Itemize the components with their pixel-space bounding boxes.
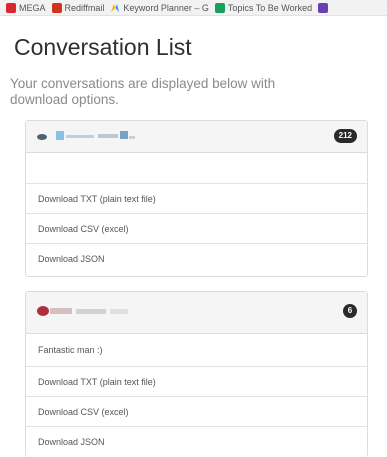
mega-icon [6,2,16,13]
bookmark-label: Rediffmail [64,2,105,13]
bookmark-icon [318,2,329,13]
bookmark-label: MEGA [19,2,46,13]
download-csv-link[interactable]: Download CSV (excel) [26,397,367,427]
message-count-badge: 212 [333,129,357,143]
conversation-header: 6 [26,292,367,334]
page-title: Conversation List [14,34,192,60]
bookmark-rediffmail[interactable]: Rediffmail [51,2,105,13]
keyword-planner-icon [111,3,120,12]
conversation-preview: Fantastic man :) [26,334,367,367]
download-txt-link[interactable]: Download TXT (plain text file) [26,367,367,397]
blurred-contact-name [37,306,128,316]
conversation-card: 6 Fantastic man :) Download TXT (plain t… [25,291,368,457]
download-json-link[interactable]: Download JSON [26,427,367,457]
bookmark-mega[interactable]: MEGA [6,2,46,13]
rediffmail-icon [51,2,62,13]
sheets-icon [214,2,225,13]
bookmark-topics[interactable]: Topics To Be Worked [214,2,313,13]
message-count-badge: 6 [343,304,357,318]
conversation-preview [26,153,367,184]
bookmark-label: Keyword Planner – G [123,2,209,13]
blurred-contact-name [37,131,135,140]
bookmark-extra[interactable] [318,2,329,13]
conversation-header: 212 [26,121,367,153]
bookmark-keyword-planner[interactable]: Keyword Planner – G [110,3,209,13]
download-txt-link[interactable]: Download TXT (plain text file) [26,184,367,214]
page-subtitle: Your conversations are displayed below w… [10,76,276,107]
download-csv-link[interactable]: Download CSV (excel) [26,214,367,244]
download-json-link[interactable]: Download JSON [26,244,367,274]
conversation-card: 212 Download TXT (plain text file) Downl… [25,120,368,277]
bookmark-label: Topics To Be Worked [227,2,313,13]
bookmarks-bar: MEGA Rediffmail Keyword Planner – G Topi… [0,0,387,16]
